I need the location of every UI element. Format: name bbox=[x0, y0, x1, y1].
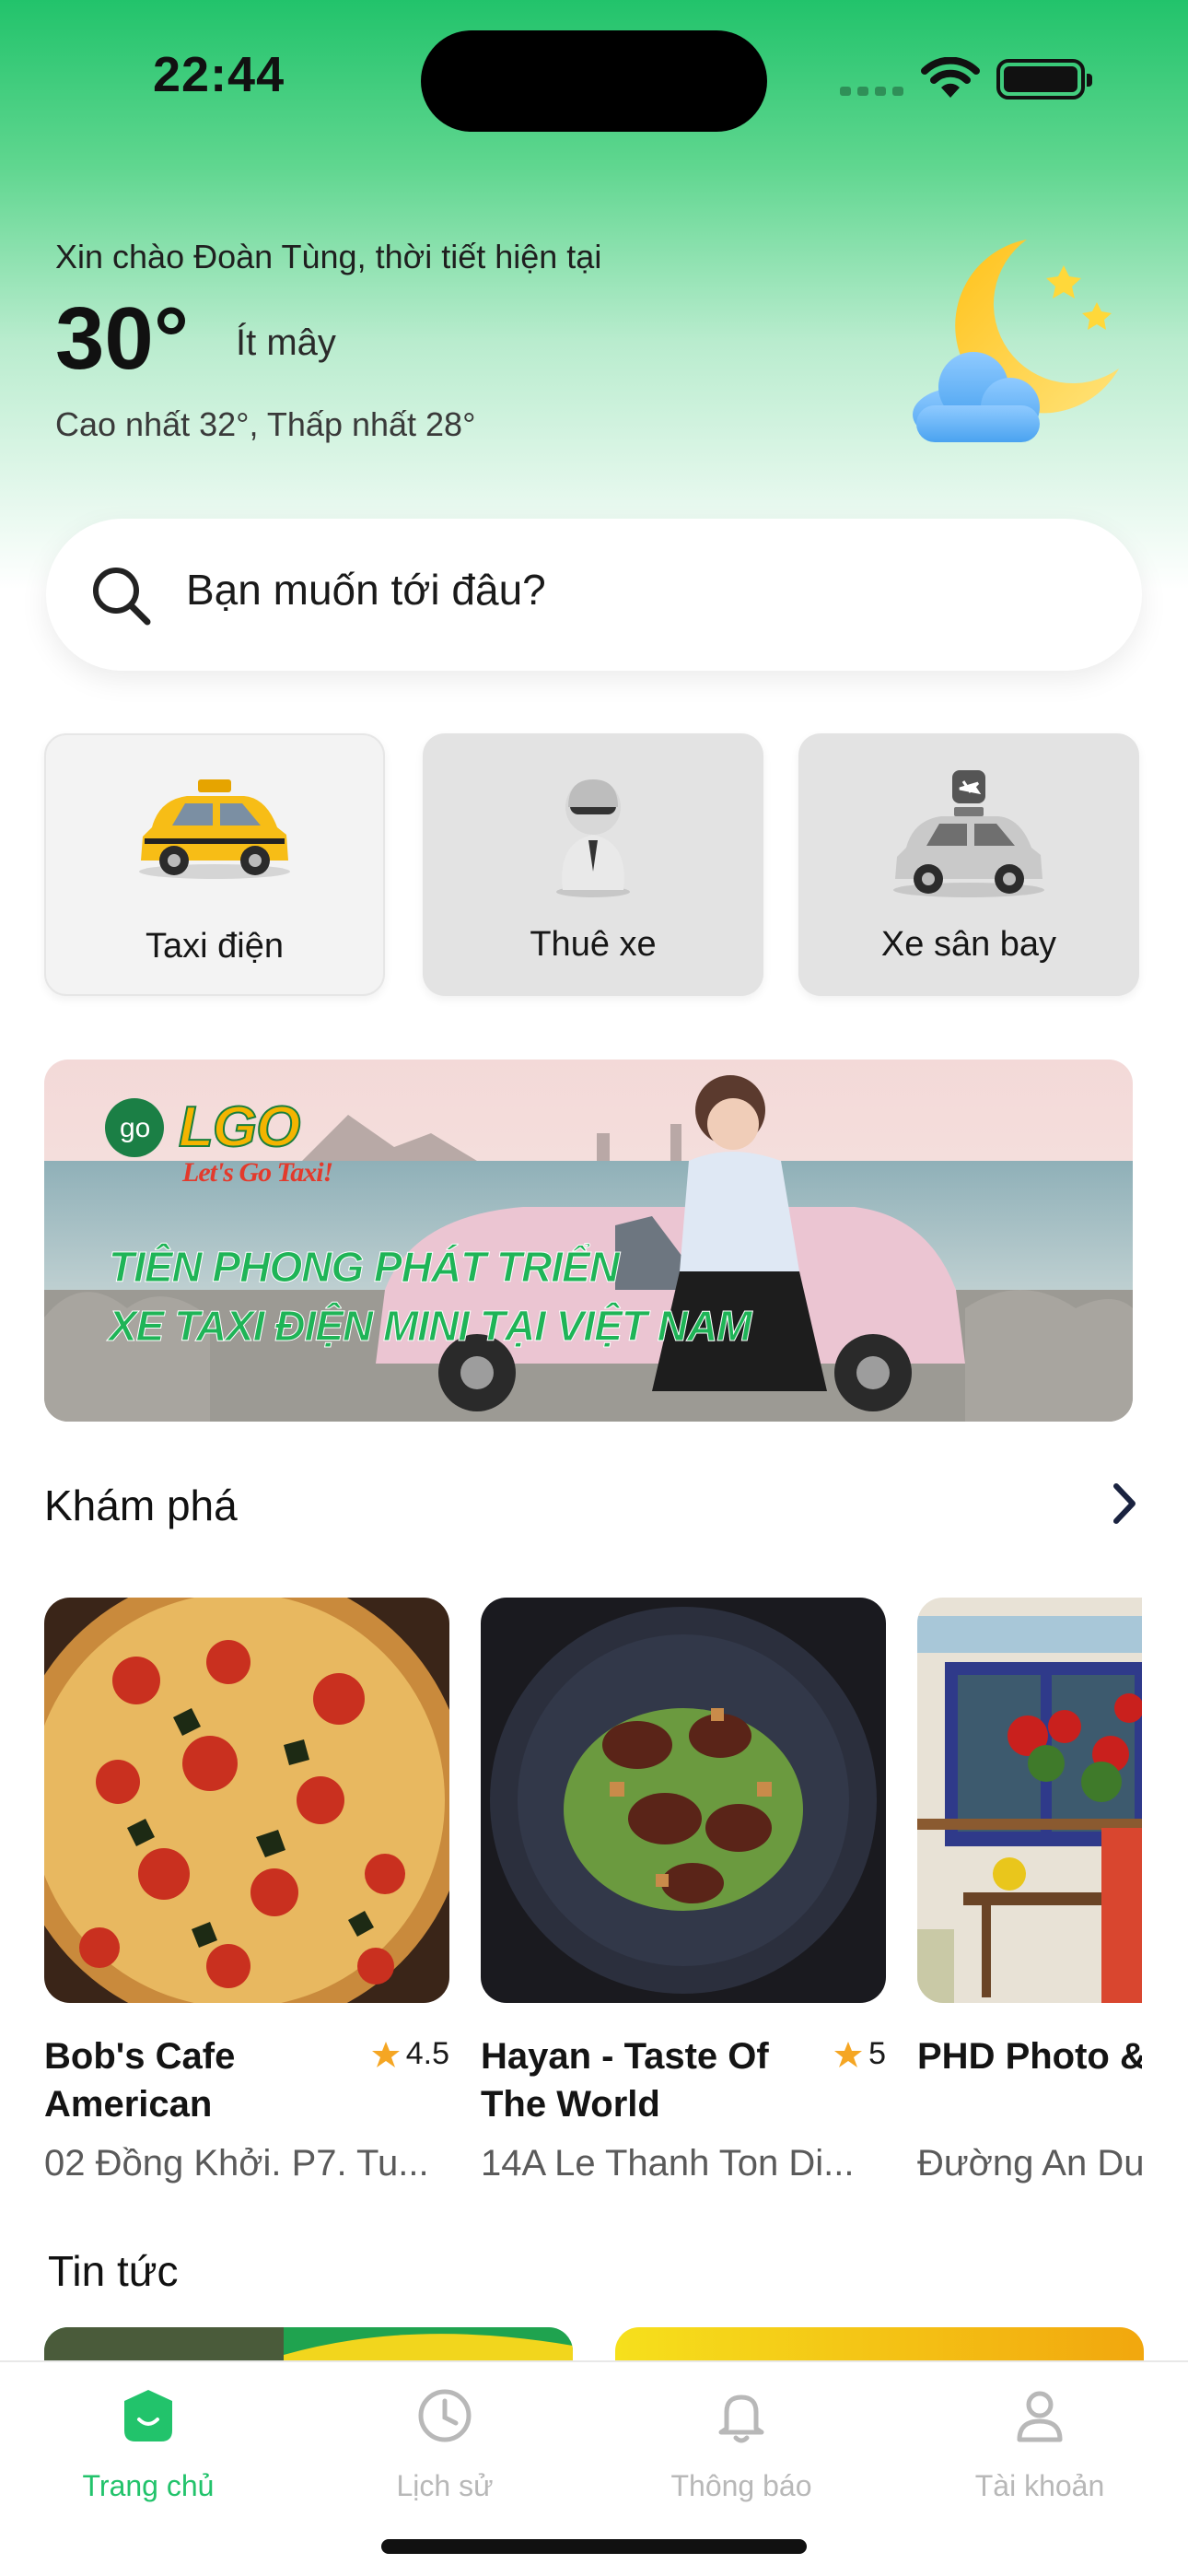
tab-notifications[interactable]: Thông báo bbox=[593, 2379, 890, 2517]
news-section-title: Tin tức bbox=[48, 2247, 179, 2295]
current-temperature: 30° bbox=[55, 289, 190, 388]
battery-icon bbox=[996, 59, 1092, 100]
explore-section-title: Khám phá bbox=[44, 1481, 238, 1529]
weather-greeting: Xin chào Đoàn Tùng, thời tiết hiện tại bbox=[55, 238, 602, 275]
banner-headline-1: TIÊN PHONG PHÁT TRIỂN bbox=[108, 1243, 620, 1292]
service-label: Taxi điện bbox=[146, 927, 284, 966]
banner-brand: LGO bbox=[178, 1095, 301, 1160]
tab-history[interactable]: Lịch sử bbox=[297, 2379, 593, 2517]
service-label: Thuê xe bbox=[530, 925, 657, 964]
tab-label: Trang chủ bbox=[82, 2469, 215, 2502]
tab-label: Tài khoản bbox=[974, 2469, 1105, 2502]
svg-text:go: go bbox=[120, 1113, 150, 1143]
clock-icon bbox=[418, 2389, 472, 2442]
star-icon bbox=[371, 2041, 400, 2067]
taxi-icon bbox=[139, 779, 290, 879]
place-name: Hayan - Taste Of The World bbox=[481, 2036, 769, 2125]
service-car-rental[interactable]: Thuê xe bbox=[423, 733, 763, 996]
place-address: Đường An Du bbox=[917, 2143, 1142, 2184]
cafe-image bbox=[917, 1598, 1142, 2003]
user-icon bbox=[1017, 2391, 1063, 2442]
service-label: Xe sân bay bbox=[880, 925, 1057, 964]
place-name: Bob's Cafe American bbox=[44, 2036, 236, 2125]
place-address: 02 Đồng Khởi. P7. Tu... bbox=[44, 2143, 429, 2184]
tab-label: Lịch sử bbox=[396, 2469, 494, 2502]
chevron-right-icon[interactable] bbox=[1105, 1479, 1142, 1528]
bell-icon bbox=[718, 2395, 764, 2443]
airport-car-icon bbox=[893, 770, 1044, 897]
place-name: PHD Photo & Coffee bbox=[917, 2036, 1142, 2077]
pizza-image bbox=[44, 1598, 449, 2003]
search-icon bbox=[93, 568, 151, 626]
moon-cloud-icon bbox=[913, 240, 1119, 442]
banner-headline-2: XE TAXI ĐIỆN MINI TẠI VIỆT NAM bbox=[109, 1302, 753, 1351]
promo-banner[interactable]: go LGO Let's Go Taxi! TIÊN PHONG PHÁT TR… bbox=[44, 1060, 1133, 1422]
driver-icon bbox=[556, 779, 630, 897]
rating-value: 5 bbox=[868, 2036, 886, 2071]
salad-dish-image bbox=[481, 1598, 886, 2003]
tab-label: Thông báo bbox=[670, 2469, 812, 2502]
place-rating: 5 bbox=[833, 2036, 886, 2072]
place-address: 14A Le Thanh Ton Di... bbox=[481, 2143, 855, 2184]
explore-card[interactable]: PHD Photo & Coffee Đường An Du bbox=[917, 1598, 1142, 2187]
service-airport-car[interactable]: Xe sân bay bbox=[798, 733, 1139, 996]
status-bar: 22:44 bbox=[0, 0, 1188, 157]
cellular-signal-icon bbox=[840, 77, 904, 96]
banner-tagline: Let's Go Taxi! bbox=[182, 1157, 333, 1188]
status-time: 22:44 bbox=[153, 47, 285, 102]
home-indicator bbox=[381, 2539, 807, 2554]
home-icon bbox=[124, 2390, 172, 2441]
search-placeholder: Bạn muốn tới đâu? bbox=[186, 566, 546, 614]
high-low-temperature: Cao nhất 32°, Thấp nhất 28° bbox=[55, 405, 476, 443]
tab-home[interactable]: Trang chủ bbox=[0, 2379, 297, 2517]
tab-account[interactable]: Tài khoản bbox=[891, 2379, 1188, 2517]
weather-condition: Ít mây bbox=[236, 322, 336, 363]
place-rating: 4.5 bbox=[371, 2036, 449, 2072]
wifi-icon bbox=[921, 57, 980, 98]
rating-value: 4.5 bbox=[405, 2036, 449, 2071]
service-taxi-electric[interactable]: Taxi điện bbox=[44, 733, 385, 996]
dynamic-island bbox=[421, 30, 767, 132]
destination-search-bar[interactable]: Bạn muốn tới đâu? bbox=[46, 519, 1142, 671]
star-icon bbox=[834, 2041, 863, 2067]
